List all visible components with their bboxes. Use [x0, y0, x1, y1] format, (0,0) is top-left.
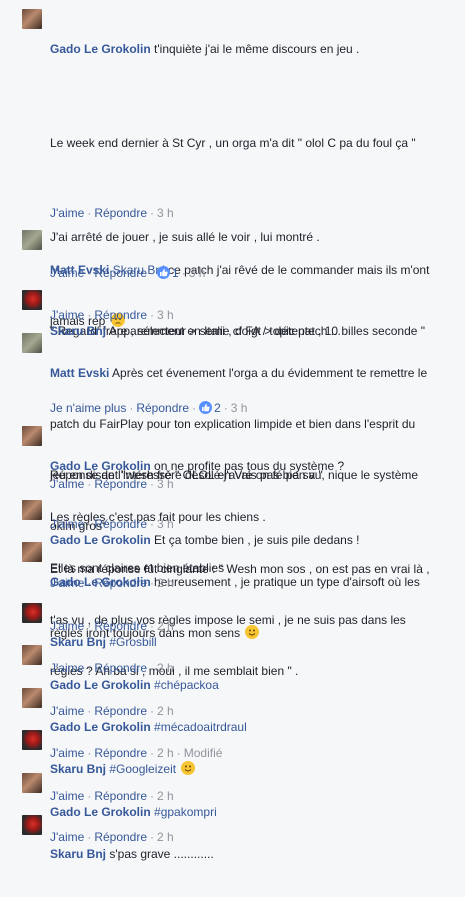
comment-actions: J'aime · Répondre · 2 h · Modifié: [50, 746, 223, 760]
like-count[interactable]: 2: [214, 401, 221, 415]
avatar[interactable]: [22, 542, 42, 562]
comment-time[interactable]: 2 h: [157, 619, 174, 633]
comment-time[interactable]: 2 h: [157, 746, 174, 760]
like-reaction-icon[interactable]: [199, 401, 213, 414]
like-link[interactable]: J'aime: [50, 830, 84, 844]
comment-actions: J'aime · Répondre · 3 h: [50, 477, 174, 491]
avatar[interactable]: [22, 426, 42, 446]
comment-time[interactable]: 3 h: [189, 266, 206, 280]
avatar[interactable]: [22, 333, 42, 353]
avatar[interactable]: [22, 230, 42, 250]
comment-actions: J'aime · Répondre · 2 h: [50, 789, 174, 803]
comment-actions: J'aime · Répondre · 3 h: [50, 206, 174, 220]
comment-author[interactable]: Gado Le Grokolin: [50, 42, 151, 56]
reply-link[interactable]: Répondre: [94, 830, 147, 844]
like-link[interactable]: J'aime: [50, 308, 84, 322]
like-link[interactable]: J'aime: [50, 789, 84, 803]
reply-link[interactable]: Répondre: [94, 266, 147, 280]
comment-text: s'pas grave ............: [109, 847, 214, 861]
reply-link[interactable]: Répondre: [94, 477, 147, 491]
comment-actions: J'aime · Répondre · 3 h: [50, 308, 174, 322]
avatar[interactable]: [22, 603, 42, 623]
comment-time[interactable]: 3 h: [157, 477, 174, 491]
like-link[interactable]: J'aime: [50, 477, 84, 491]
comment-time[interactable]: 3 h: [231, 401, 248, 415]
avatar[interactable]: [22, 688, 42, 708]
like-link[interactable]: J'aime: [50, 576, 84, 590]
comment-time[interactable]: 3 h: [157, 308, 174, 322]
comment-time[interactable]: 2 h: [157, 830, 174, 844]
unlike-link[interactable]: Je n'aime plus: [50, 401, 126, 415]
comment-author[interactable]: Matt Evski: [50, 366, 109, 380]
comment-text: t'inquiète j'ai le même discours en jeu …: [154, 42, 360, 56]
reply-link[interactable]: Répondre: [94, 308, 147, 322]
comment-time[interactable]: 3 h: [157, 206, 174, 220]
reply-link[interactable]: Répondre: [94, 576, 147, 590]
avatar[interactable]: [22, 773, 42, 793]
like-link[interactable]: J'aime: [50, 704, 84, 718]
reply-link[interactable]: Répondre: [94, 206, 147, 220]
comment-actions: J'aime · Répondre · 3 h: [50, 517, 174, 531]
comment-actions: J'aime · Répondre · 2 h: [50, 704, 174, 718]
like-link[interactable]: J'aime: [50, 619, 84, 633]
avatar[interactable]: [22, 9, 42, 29]
like-link[interactable]: J'aime: [50, 746, 84, 760]
comment-time[interactable]: 2 h: [157, 661, 174, 675]
comment-text: Après cet évenement l'orga a du évidemme…: [112, 366, 428, 380]
modified-label[interactable]: Modifié: [184, 746, 223, 760]
comment-text: ce patch j'ai rêvé de le commander mais …: [168, 263, 430, 277]
avatar[interactable]: [22, 730, 42, 750]
like-count[interactable]: 1: [172, 266, 179, 280]
reply-link[interactable]: Répondre: [136, 401, 189, 415]
reply-link[interactable]: Répondre: [94, 619, 147, 633]
avatar[interactable]: [22, 815, 42, 835]
comment-time[interactable]: 2 h: [157, 576, 174, 590]
reply-link[interactable]: Répondre: [94, 704, 147, 718]
like-reaction-icon[interactable]: [157, 266, 171, 279]
like-link[interactable]: J'aime: [50, 661, 84, 675]
comment-actions: J'aime · Répondre · 2 h: [50, 830, 174, 844]
comment-actions: J'aime · Répondre · 1 · 3 h: [50, 266, 206, 280]
comment-text: Le week end dernier à St Cyr , un orga m…: [50, 136, 416, 150]
comment-author[interactable]: Gado Le Grokolin: [50, 459, 151, 473]
comment-actions: J'aime · Répondre · 2 h: [50, 619, 174, 633]
like-link[interactable]: J'aime: [50, 517, 84, 531]
comment-time[interactable]: 2 h: [157, 704, 174, 718]
comment-author[interactable]: Skaru Bnj: [50, 847, 106, 861]
reply-link[interactable]: Répondre: [94, 517, 147, 531]
like-link[interactable]: J'aime: [50, 206, 84, 220]
reply-link[interactable]: Répondre: [94, 661, 147, 675]
reply-link[interactable]: Répondre: [94, 789, 147, 803]
avatar[interactable]: [22, 500, 42, 520]
avatar[interactable]: [22, 645, 42, 665]
reply-link[interactable]: Répondre: [94, 746, 147, 760]
avatar[interactable]: [22, 290, 42, 310]
comment-time[interactable]: 3 h: [157, 517, 174, 531]
like-link[interactable]: J'aime: [50, 266, 84, 280]
comment-text: on ne profite pas tous du système ?: [154, 459, 345, 473]
comment-actions: Je n'aime plus · Répondre · 2 · 3 h: [50, 401, 248, 415]
comment-body: Skaru Bnj s'pas grave ............: [50, 812, 455, 897]
comment-text: heureusement , je pratique un type d'air…: [154, 575, 420, 589]
comment-time[interactable]: 2 h: [157, 789, 174, 803]
comment-actions: J'aime · Répondre · 2 h: [50, 576, 174, 590]
comment-actions: J'aime · Répondre · 2 h: [50, 661, 174, 675]
